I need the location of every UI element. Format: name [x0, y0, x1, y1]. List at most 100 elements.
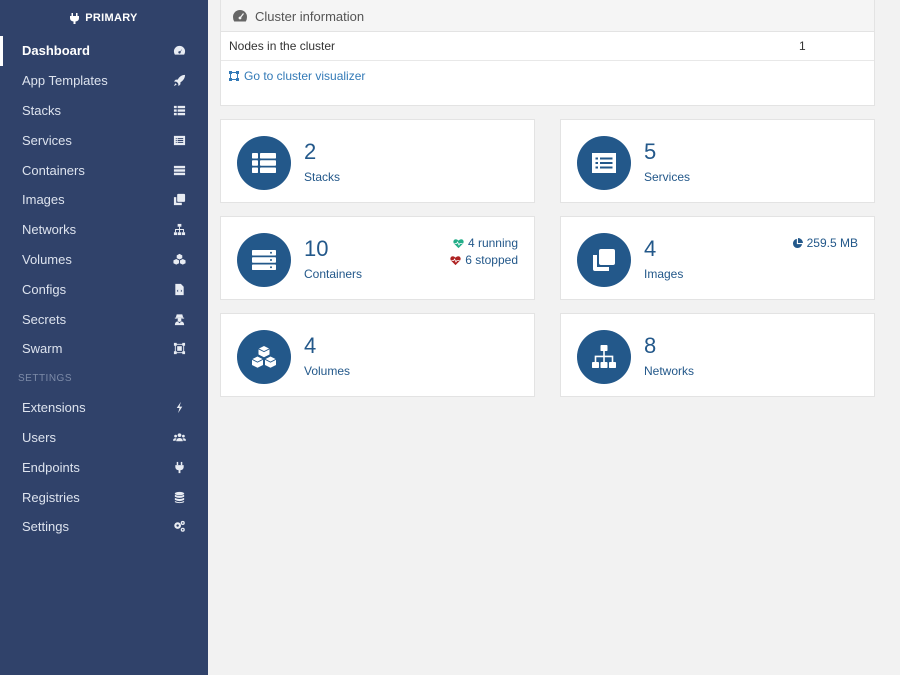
nodes-label: Nodes in the cluster: [229, 39, 336, 53]
images-tile-icon-circle: [577, 233, 631, 287]
containers-count: 10: [304, 236, 329, 261]
sidebar-item-swarm[interactable]: Swarm: [0, 334, 208, 364]
stacks-count: 2: [304, 139, 317, 164]
tachometer-icon: [233, 10, 247, 22]
images-size-row: 259.5 MB: [792, 235, 858, 252]
sidebar-item-label: Extensions: [22, 400, 86, 416]
sidebar-item-registries[interactable]: Registries: [0, 482, 208, 512]
cogs-icon: [172, 520, 186, 534]
settings-section-title: SETTINGS: [18, 372, 73, 384]
th-list-icon: [252, 153, 276, 173]
sidebar-item-label: Services: [22, 132, 72, 148]
sidebar-item-secrets[interactable]: Secrets: [0, 304, 208, 334]
running-status: 4 running: [450, 235, 518, 252]
user-secret-icon: [172, 312, 186, 326]
sidebar-item-label: Configs: [22, 281, 67, 297]
th-list-icon: [172, 103, 186, 117]
networks-count: 8: [644, 333, 657, 358]
endpoint-name: PRIMARY: [85, 12, 138, 24]
sidebar-item-extensions[interactable]: Extensions: [0, 393, 208, 423]
sidebar-item-stacks[interactable]: Stacks: [0, 96, 208, 126]
images-count: 4: [644, 236, 657, 261]
cluster-visualizer-link[interactable]: Go to cluster visualizer: [221, 61, 874, 90]
list-alt-icon: [592, 153, 616, 173]
sidebar-item-settings[interactable]: Settings: [0, 512, 208, 542]
containers-status: 4 running 6 stopped: [450, 235, 518, 269]
sidebar-item-endpoints[interactable]: Endpoints: [0, 452, 208, 482]
clone-icon: [172, 193, 186, 207]
services-label: Services: [644, 170, 691, 184]
sidebar-item-dashboard[interactable]: Dashboard: [0, 36, 208, 66]
volumes-tile[interactable]: 4 Volumes: [220, 313, 535, 397]
cluster-info-title: Cluster information: [255, 8, 365, 24]
sidebar-item-label: Swarm: [22, 341, 63, 357]
sidebar: PRIMARY Dashboard App Templates Stacks S…: [0, 0, 208, 675]
images-size-value: 259.5 MB: [806, 236, 858, 250]
networks-tile-icon-circle: [577, 330, 631, 384]
services-tile[interactable]: 5 Services: [560, 119, 875, 203]
cubes-icon: [251, 346, 277, 368]
services-tile-icon-circle: [577, 136, 631, 190]
stacks-tile-icon-circle: [237, 136, 291, 190]
endpoint-header: PRIMARY: [0, 0, 208, 36]
list-alt-icon: [172, 133, 186, 147]
images-tile[interactable]: 4 Images 259.5 MB: [560, 216, 875, 300]
containers-tile-icon-circle: [237, 233, 291, 287]
sidebar-item-label: Images: [22, 192, 65, 208]
heartbeat-icon: [453, 239, 464, 249]
clone-icon: [593, 249, 615, 271]
sidebar-item-label: Endpoints: [22, 459, 80, 475]
sidebar-item-images[interactable]: Images: [0, 185, 208, 215]
containers-tile[interactable]: 10 Containers 4 running 6 stopped: [220, 216, 535, 300]
volumes-count: 4: [304, 333, 317, 358]
cubes-icon: [172, 252, 186, 266]
sidebar-item-networks[interactable]: Networks: [0, 215, 208, 245]
stacks-tile[interactable]: 2 Stacks: [220, 119, 535, 203]
sidebar-item-label: Users: [22, 429, 56, 445]
cluster-info-header: Cluster information: [221, 0, 874, 32]
sidebar-item-configs[interactable]: Configs: [0, 274, 208, 304]
server-icon: [252, 250, 276, 270]
sitemap-icon: [592, 345, 616, 368]
running-count: 4 running: [467, 236, 518, 250]
sidebar-item-label: Stacks: [22, 102, 62, 118]
plug-icon: [172, 460, 186, 474]
object-group-icon: [172, 342, 186, 356]
sitemap-icon: [172, 223, 186, 237]
bolt-icon: [172, 401, 186, 415]
stopped-status: 6 stopped: [450, 252, 518, 269]
nodes-value: 1: [799, 39, 806, 53]
plug-icon: [70, 12, 80, 24]
sidebar-item-label: Dashboard: [22, 43, 90, 59]
database-icon: [172, 490, 186, 504]
services-count: 5: [644, 139, 657, 164]
sidebar-item-app-templates[interactable]: App Templates: [0, 66, 208, 96]
sidebar-item-services[interactable]: Services: [0, 125, 208, 155]
images-size: 259.5 MB: [792, 235, 858, 252]
tachometer-icon: [172, 44, 186, 58]
volumes-tile-icon-circle: [237, 330, 291, 384]
sidebar-item-label: Networks: [22, 222, 77, 238]
cluster-info-panel: Cluster information Nodes in the cluster…: [220, 0, 875, 106]
sidebar-item-users[interactable]: Users: [0, 423, 208, 453]
sidebar-item-volumes[interactable]: Volumes: [0, 245, 208, 275]
object-group-icon: [229, 70, 239, 81]
networks-tile[interactable]: 8 Networks: [560, 313, 875, 397]
sidebar-item-label: Secrets: [22, 311, 67, 327]
sidebar-item-label: Volumes: [22, 251, 72, 267]
sidebar-item-label: Containers: [22, 162, 85, 178]
rocket-icon: [172, 74, 186, 88]
sidebar-item-containers[interactable]: Containers: [0, 155, 208, 185]
pie-chart-icon: [792, 238, 803, 249]
stopped-count: 6 stopped: [465, 253, 518, 267]
sidebar-item-label: Registries: [22, 489, 80, 505]
visualizer-link-label: Go to cluster visualizer: [244, 68, 366, 83]
file-code-icon: [172, 282, 186, 296]
users-icon: [172, 430, 186, 444]
networks-label: Networks: [644, 364, 695, 378]
cluster-nodes-row: Nodes in the cluster 1: [221, 32, 874, 61]
containers-label: Containers: [304, 267, 363, 281]
sidebar-item-label: Settings: [22, 519, 69, 535]
heartbeat-icon: [450, 256, 461, 266]
server-icon: [172, 163, 186, 177]
